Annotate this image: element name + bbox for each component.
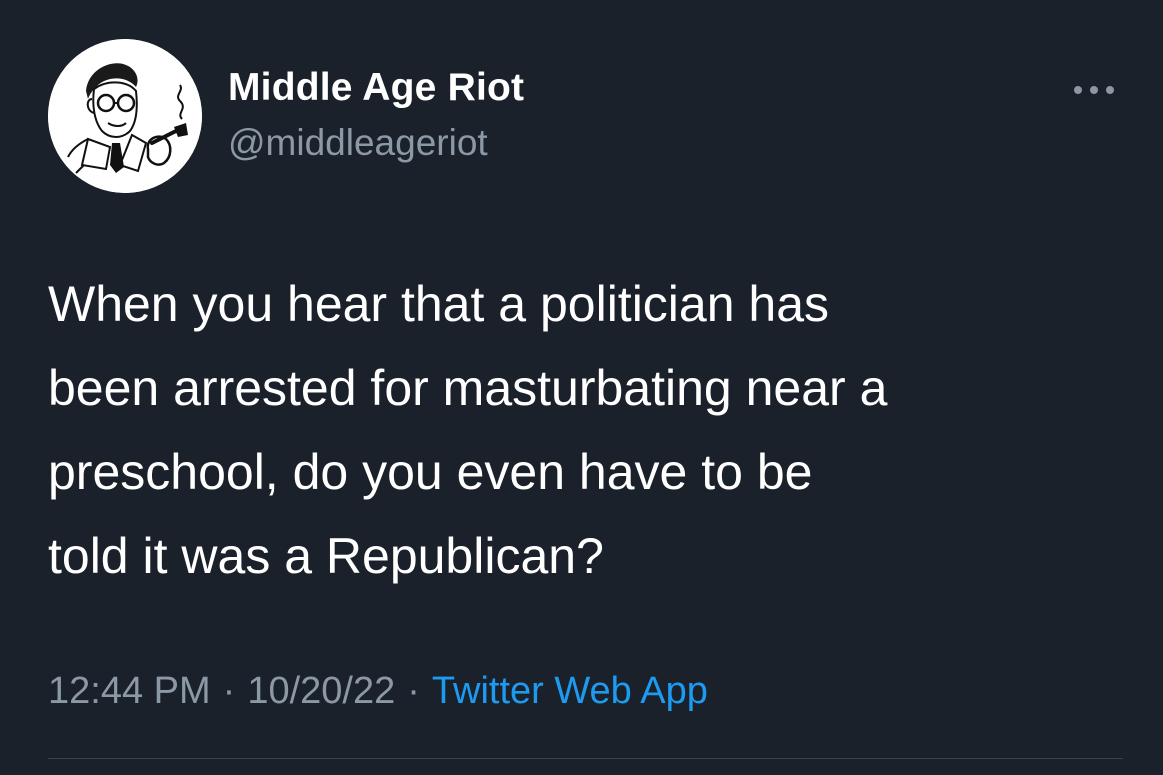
tweet-metadata: 12:44 PM · 10/20/22 · Twitter Web App bbox=[48, 670, 708, 713]
author-display-name[interactable]: Middle Age Riot bbox=[228, 66, 524, 110]
divider bbox=[48, 758, 1123, 759]
more-horizontal-icon bbox=[1074, 86, 1114, 94]
tweet-time[interactable]: 12:44 PM bbox=[48, 670, 211, 712]
meta-separator: · bbox=[407, 670, 420, 712]
man-with-pipe-icon bbox=[48, 39, 202, 193]
author-handle[interactable]: @middleageriot bbox=[228, 122, 488, 164]
tweet-source-link[interactable]: Twitter Web App bbox=[432, 670, 708, 712]
tweet-text: When you hear that a politician has been… bbox=[48, 276, 888, 584]
meta-separator: · bbox=[222, 670, 236, 712]
avatar[interactable] bbox=[48, 39, 202, 193]
more-options-button[interactable] bbox=[1070, 78, 1118, 102]
tweet-date[interactable]: 10/20/22 bbox=[247, 670, 395, 712]
